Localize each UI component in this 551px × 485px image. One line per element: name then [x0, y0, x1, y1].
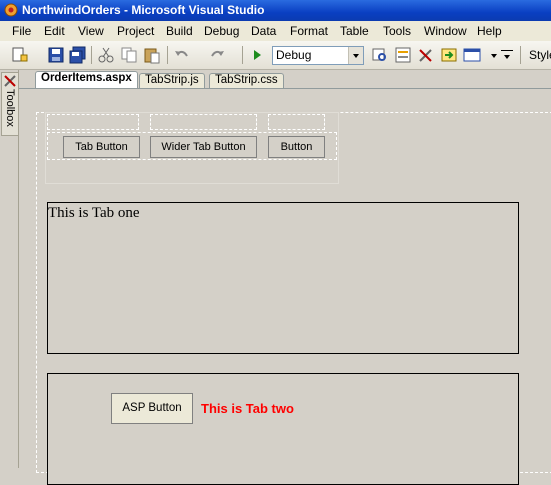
menu-tools[interactable]: Tools: [383, 24, 411, 38]
wider-tab-button[interactable]: Wider Tab Button: [150, 136, 257, 158]
toolbox-panel: Toolbox: [0, 70, 19, 468]
tab-panel-one: This is Tab one: [47, 202, 519, 354]
redo-icon[interactable]: [208, 46, 226, 64]
title-bar: NorthwindOrders - Microsoft Visual Studi…: [0, 0, 551, 21]
menu-format[interactable]: Format: [290, 24, 328, 38]
plain-button[interactable]: Button: [268, 136, 325, 158]
document-tabs: OrderItems.aspx TabStrip.js TabStrip.css: [19, 70, 551, 90]
toolbox-tab[interactable]: Toolbox: [1, 72, 19, 136]
tabstrip-cell: [268, 114, 325, 130]
properties-icon[interactable]: [394, 46, 412, 64]
menu-edit[interactable]: Edit: [44, 24, 65, 38]
visual-studio-icon: [4, 3, 18, 17]
copy-icon[interactable]: [120, 46, 138, 64]
menu-file[interactable]: File: [12, 24, 31, 38]
tabstrip-cell: [150, 114, 257, 130]
tab-two-label: This is Tab two: [201, 401, 294, 416]
menu-window[interactable]: Window: [424, 24, 467, 38]
toolbar-overflow-icon[interactable]: [498, 46, 516, 64]
tabstrip-cell: [47, 114, 139, 130]
menu-bar: File Edit View Project Build Debug Data …: [0, 21, 551, 41]
toolbox-label: Toolbox: [4, 89, 16, 127]
toolbox-tools-icon[interactable]: [417, 46, 435, 64]
style-label: Style: [529, 48, 551, 62]
toolbar-separator: [520, 46, 521, 64]
toolbox-icon: [4, 75, 16, 90]
asp-button[interactable]: ASP Button: [111, 393, 193, 424]
paste-icon[interactable]: [143, 46, 161, 64]
solution-configuration-dropdown[interactable]: Debug: [272, 46, 364, 65]
menu-build[interactable]: Build: [166, 24, 193, 38]
start-debugging-icon[interactable]: [248, 46, 266, 64]
tab-tabstrip-js[interactable]: TabStrip.js: [139, 73, 205, 89]
object-browser-icon[interactable]: [440, 46, 458, 64]
toolbar-separator: [167, 46, 168, 64]
menu-table[interactable]: Table: [340, 24, 369, 38]
window-title: NorthwindOrders - Microsoft Visual Studi…: [22, 3, 265, 17]
chevron-down-icon[interactable]: [348, 47, 363, 64]
standard-toolbar: Debug Style: [0, 41, 551, 70]
toolbar-separator: [242, 46, 243, 64]
save-all-icon[interactable]: [69, 46, 87, 64]
menu-view[interactable]: View: [78, 24, 104, 38]
toolbar-separator: [91, 46, 92, 64]
command-window-icon[interactable]: [463, 46, 481, 64]
tab-tabstrip-css[interactable]: TabStrip.css: [209, 73, 284, 89]
menu-debug[interactable]: Debug: [204, 24, 239, 38]
tab-button[interactable]: Tab Button: [63, 136, 140, 158]
new-project-icon[interactable]: [10, 46, 28, 64]
cut-icon[interactable]: [97, 46, 115, 64]
menu-project[interactable]: Project: [117, 24, 154, 38]
configuration-value: Debug: [276, 48, 312, 62]
save-icon[interactable]: [47, 46, 65, 64]
tab-panel-two: ASP Button This is Tab two: [47, 373, 519, 485]
menu-help[interactable]: Help: [477, 24, 502, 38]
undo-icon[interactable]: [173, 46, 191, 64]
find-in-files-icon[interactable]: [371, 46, 389, 64]
tab-one-text: This is Tab one: [48, 205, 140, 221]
design-surface: Tab Button Wider Tab Button Button This …: [19, 88, 551, 485]
menu-data[interactable]: Data: [251, 24, 276, 38]
